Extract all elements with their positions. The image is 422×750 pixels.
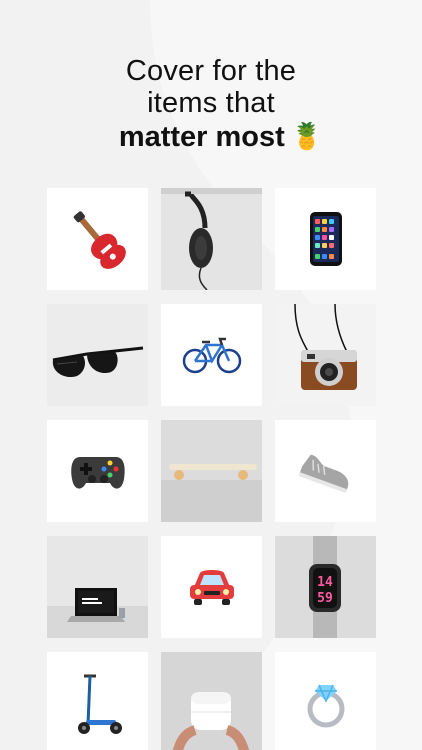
ring-icon: [307, 684, 344, 728]
headline-bold-text: matter most: [118, 121, 285, 153]
laptop-photo: [47, 536, 148, 638]
bicycle-icon: [182, 337, 241, 374]
headphones-photo: [161, 188, 262, 290]
guitar-icon: [73, 211, 126, 269]
tile-guitar: [47, 188, 148, 290]
tile-sunglasses: [47, 304, 148, 406]
smartwatch-photo: 14 59: [275, 536, 376, 638]
smartphone-icon: [309, 212, 342, 266]
sneaker-icon: [298, 454, 348, 493]
tile-laptop: [47, 536, 148, 638]
headline: Cover for the items that matter most 🍍: [0, 55, 422, 155]
tile-smartwatch: 14 59: [275, 536, 376, 638]
tile-scooter: [47, 652, 148, 750]
scooter-icon: [77, 674, 122, 734]
watch-minute: 59: [317, 591, 333, 606]
game-controller-icon: [70, 457, 125, 489]
skateboard-photo: [161, 420, 262, 522]
tile-skateboard: [161, 420, 262, 522]
tile-camera: [275, 304, 376, 406]
tile-game-controller: [47, 420, 148, 522]
tile-bicycle: [161, 304, 262, 406]
headline-line-2: items that: [147, 87, 275, 119]
pineapple-icon: 🍍: [290, 122, 324, 152]
camera-photo: [275, 304, 376, 406]
watch-hour: 14: [317, 575, 333, 590]
headline-line-3: matter most 🍍: [0, 119, 422, 155]
sunglasses-photo: [47, 304, 148, 406]
earbuds-photo: [161, 652, 262, 750]
tile-ring: [275, 652, 376, 750]
tile-car: [161, 536, 262, 638]
tile-sneaker: [275, 420, 376, 522]
tile-smartphone: [275, 188, 376, 290]
car-icon: [189, 570, 234, 605]
tile-headphones: [161, 188, 262, 290]
tile-earbuds: [161, 652, 262, 750]
headline-line-1: Cover for the: [125, 55, 297, 87]
